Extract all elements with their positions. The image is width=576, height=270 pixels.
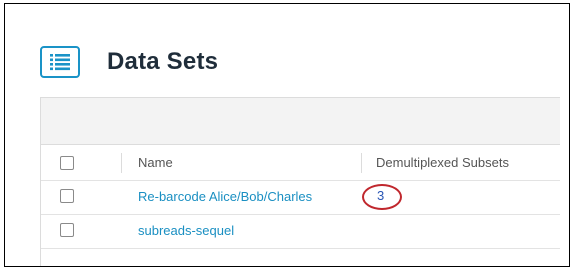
dataset-name-link[interactable]: subreads-sequel <box>138 223 234 238</box>
data-sets-table: Name Demultiplexed Subsets Re-barcode Al… <box>40 97 560 266</box>
column-header-demultiplexed-subsets[interactable]: Demultiplexed Subsets <box>376 155 509 170</box>
page-title: Data Sets <box>107 48 219 75</box>
screenshot-frame: Data Sets Name Demultiplexed Subsets Re-… <box>4 3 570 267</box>
column-header-name[interactable]: Name <box>138 155 173 170</box>
column-divider <box>361 153 362 173</box>
select-all-checkbox[interactable] <box>60 156 74 170</box>
page-header: Data Sets <box>40 46 218 78</box>
column-divider <box>121 153 122 173</box>
row-checkbox[interactable] <box>60 223 74 237</box>
highlight-circle <box>362 184 402 210</box>
list-icon <box>50 54 70 71</box>
table-header-row: Name Demultiplexed Subsets <box>41 145 560 181</box>
list-view-button[interactable] <box>40 46 80 78</box>
table-toolbar <box>41 98 560 145</box>
table-row[interactable]: Re-barcode Alice/Bob/Charles 3 <box>41 181 560 215</box>
row-checkbox[interactable] <box>60 189 74 203</box>
table-row[interactable]: subreads-sequel <box>41 215 560 249</box>
dataset-name-link[interactable]: Re-barcode Alice/Bob/Charles <box>138 189 312 204</box>
